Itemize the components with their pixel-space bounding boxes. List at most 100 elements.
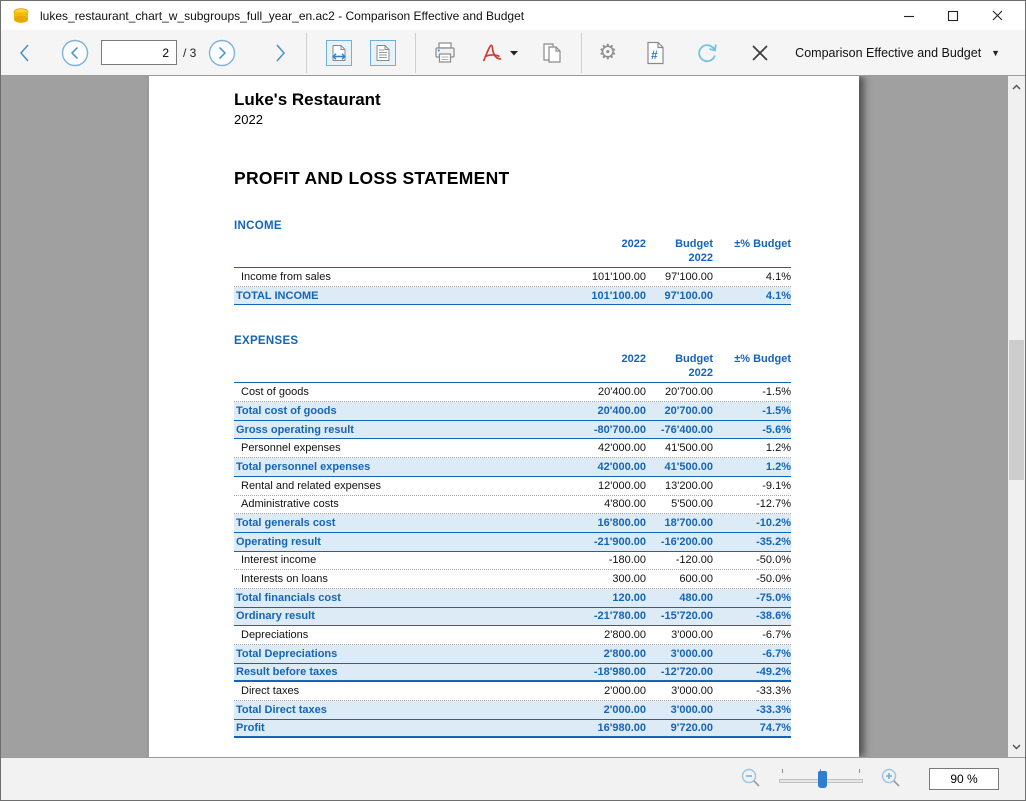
table-row: Ordinary result -21'780.00 -15'720.00 -38.6… [234,607,791,627]
print-button[interactable] [426,36,464,70]
row-percent-value: -49.2% [756,666,791,679]
row-budget-value: 3'000.00 [670,647,713,660]
row-label: Total personnel expenses [236,460,371,473]
close-preview-button[interactable] [743,36,777,70]
next-page-button[interactable] [202,36,242,70]
preview-toolbar: / 3 [1,30,1025,76]
report-section: INCOME 2022 Budget 2022 ±% Budget Income fro… [234,220,791,306]
scroll-down-button[interactable] [1008,738,1025,755]
gear-icon: ⚙ [598,41,618,64]
row-label: Total generals cost [236,517,336,530]
close-preview-icon [752,44,768,61]
column-header-current: 2022 [621,353,646,366]
dropdown-arrow-icon [510,50,519,55]
zoom-out-icon [741,768,760,787]
page-count-label: / 3 [183,45,197,60]
row-percent-value: -50.0% [756,554,791,567]
column-header-percent: ±% Budget [734,353,791,366]
row-percent-value: -10.2% [756,517,791,530]
row-percent-value: -75.0% [756,591,791,604]
vertical-scrollbar[interactable] [1008,76,1025,757]
row-budget-value: 3'000.00 [671,685,713,698]
fit-width-button[interactable] [326,39,353,66]
table-row: Interest income -180.00 -120.00 -50.0% [234,552,791,571]
title-bar: lukes_restaurant_chart_w_subgroups_full_… [1,1,1025,30]
row-label: Depreciations [241,629,309,642]
row-percent-value: -6.7% [762,647,791,660]
table-row: Profit 16'980.00 9'720.00 74.7% [234,719,791,739]
page-numbering-button[interactable]: # [637,36,673,70]
report-view-dropdown[interactable]: Comparison Effective and Budget ▼ [795,46,1000,60]
row-current-value: -80'700.00 [593,423,646,436]
row-label: Direct taxes [241,685,300,698]
circle-arrow-right-icon [209,39,236,66]
zoom-in-button[interactable] [879,767,903,791]
fit-page-icon [376,44,390,61]
company-name: Luke's Restaurant [234,90,381,109]
row-current-value: 16'800.00 [597,517,647,530]
fit-page-button[interactable] [370,39,397,66]
refresh-button[interactable] [689,36,727,70]
copy-button[interactable] [533,36,571,70]
table-row: Operating result -21'900.00 -16'200.00 -35.… [234,532,791,552]
report-title: PROFIT AND LOSS STATEMENT [234,168,510,188]
svg-text:#: # [651,48,658,62]
zoom-slider[interactable] [779,769,863,789]
row-current-value: 16'980.00 [597,722,647,735]
row-budget-value: 41'500.00 [664,460,714,473]
scroll-up-button[interactable] [1008,78,1025,95]
row-percent-value: -50.0% [756,573,791,586]
slider-tick [859,769,860,773]
row-label: Personnel expenses [241,442,341,455]
row-budget-value: 480.00 [679,591,713,604]
row-current-value: 20'400.00 [598,386,646,399]
zoom-slider-handle[interactable] [817,771,827,788]
chevron-up-icon [1012,84,1021,89]
last-page-button[interactable] [264,36,296,70]
row-label: Operating result [236,535,321,548]
chevron-down-icon [1012,744,1021,749]
row-label: Total financials cost [236,591,341,604]
zoom-out-button[interactable] [739,767,763,791]
maximize-button[interactable] [931,3,975,29]
row-label: TOTAL INCOME [236,289,319,302]
status-bar [1,757,1025,800]
table-row: Depreciations 2'800.00 3'000.00 -6.7% [234,626,791,645]
table-row: Total personnel expenses 42'000.00 41'500.… [234,458,791,477]
row-label: Cost of goods [241,386,309,399]
fit-width-icon [332,44,347,61]
zoom-percent-input[interactable] [929,768,999,790]
chevron-right-icon [276,44,286,61]
row-budget-value: 41'500.00 [665,442,713,455]
page-number-input[interactable] [101,40,177,65]
row-budget-value: 9'720.00 [670,722,713,735]
row-current-value: 4'800.00 [604,498,646,511]
row-percent-value: 4.1% [765,289,791,302]
pdf-icon [483,43,502,61]
chevron-left-icon [20,44,29,61]
previous-page-button[interactable] [55,36,95,70]
close-window-button[interactable] [975,3,1019,29]
column-header-budget: Budget 2022 [675,238,713,264]
row-current-value: 42'000.00 [598,442,646,455]
report-section: EXPENSES 2022 Budget 2022 ±% Budget Cost of … [234,335,791,739]
window-controls [887,3,1019,29]
section-title: INCOME [234,220,282,232]
settings-button[interactable]: ⚙ [592,36,623,70]
export-pdf-button[interactable] [474,36,525,70]
row-current-value: 20'400.00 [597,404,647,417]
row-budget-value: -12'720.00 [660,666,713,679]
row-current-value: 2'800.00 [603,647,646,660]
minimize-button[interactable] [887,3,931,29]
report-year: 2022 [234,112,263,127]
row-budget-value: 20'700.00 [664,404,714,417]
printer-icon [435,41,455,63]
row-budget-value: -120.00 [675,554,713,567]
table-row: Interests on loans 300.00 600.00 -50.0% [234,570,791,589]
row-budget-value: 600.00 [679,573,713,586]
row-label: Interest income [241,554,317,567]
first-page-button[interactable] [9,36,41,70]
scrollbar-thumb[interactable] [1009,340,1024,480]
toolbar-separator [415,32,417,73]
section-title: EXPENSES [234,335,299,348]
